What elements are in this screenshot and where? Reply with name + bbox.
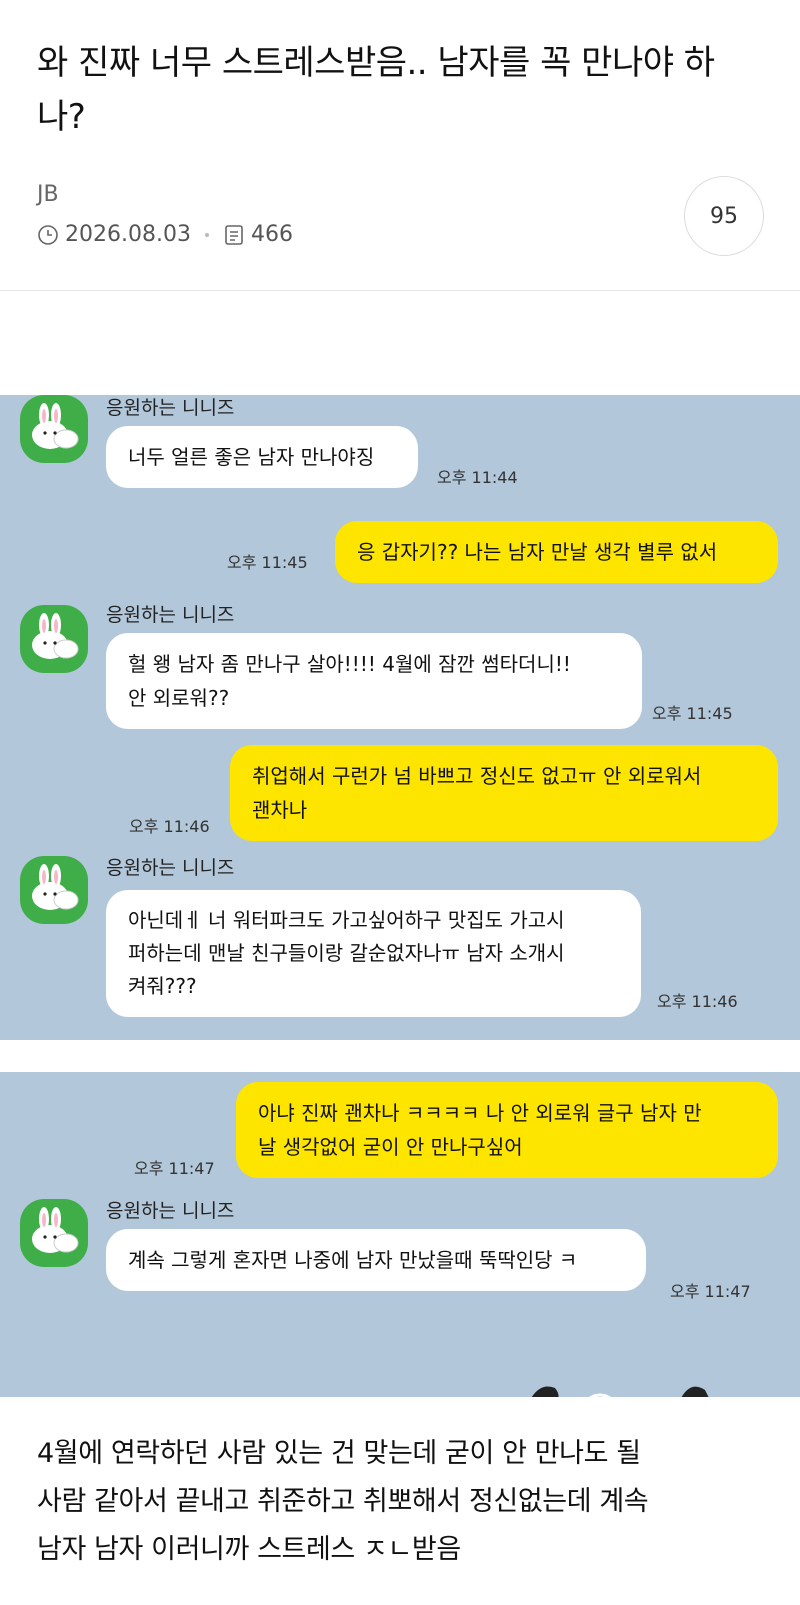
message-text-line: 헐 왱 남자 좀 만나구 살아!!!! 4월에 잠깐 썸타더니!! xyxy=(128,652,571,676)
document-icon xyxy=(223,224,245,246)
message-time: 오후 11:45 xyxy=(652,704,733,723)
message-text-line: 아냐 진짜 괜차나 ㅋㅋㅋㅋ 나 안 외로워 글구 남자 만 xyxy=(258,1101,702,1125)
message-bubble-received: 계속 그렇게 혼자면 나중에 남자 만났을때 뚝딱인당 ㅋ xyxy=(106,1229,646,1291)
message-text-line: 괜차나 xyxy=(252,798,308,822)
message-text-line: 아닌데ㅔ 너 워터파크도 가고싶어하구 맛집도 가고시 xyxy=(128,908,565,932)
sender-name: 응원하는 니니즈 xyxy=(106,604,235,626)
bunny-avatar-icon xyxy=(20,605,88,673)
header-divider xyxy=(0,290,800,291)
sender-name: 응원하는 니니즈 xyxy=(106,1200,235,1222)
comment-count: 95 xyxy=(710,203,738,229)
post-body: 4월에 연락하던 사람 있는 건 맞는데 굳이 안 만나도 될 사람 같아서 끝… xyxy=(37,1430,777,1574)
message-text-line: 안 외로워?? xyxy=(128,686,230,710)
post-header: 와 진짜 너무 스트레스받음.. 남자를 꼭 만나야 하나? JB 2026.0… xyxy=(0,0,800,290)
sender-name: 응원하는 니니즈 xyxy=(106,857,235,879)
message-text-line: 날 생각없어 굳이 안 만나구싶어 xyxy=(258,1135,523,1159)
sender-name: 응원하는 니니즈 xyxy=(106,397,235,419)
message-bubble-sent: 취업해서 구런가 넘 바쁘고 정신도 없고ㅠ 안 외로워서 괜차나 xyxy=(230,745,778,841)
post-title: 와 진짜 너무 스트레스받음.. 남자를 꼭 만나야 하나? xyxy=(37,43,715,137)
post-date: 2026.08.03 xyxy=(65,222,191,247)
message-text-line: 퍼하는데 맨날 친구들이랑 갈순없자나ㅠ 남자 소개시 xyxy=(128,941,565,965)
chat-screenshot-top: 응원하는 니니즈 너두 얼른 좋은 남자 만나야징 오후 11:44 응 갑자기… xyxy=(0,395,800,1040)
message-time: 오후 11:44 xyxy=(437,468,518,487)
message-bubble-received: 헐 왱 남자 좀 만나구 살아!!!! 4월에 잠깐 썸타더니!! 안 외로워?… xyxy=(106,633,642,729)
message-time: 오후 11:45 xyxy=(227,553,308,572)
cropped-sticker-hint xyxy=(530,1380,710,1397)
body-line: 사람 같아서 끝내고 취준하고 취뽀해서 정신없는데 계속 xyxy=(37,1486,649,1517)
body-line: 남자 남자 이러니까 스트레스 ㅈㄴ받음 xyxy=(37,1534,461,1565)
message-bubble-sent: 아냐 진짜 괜차나 ㅋㅋㅋㅋ 나 안 외로워 글구 남자 만 날 생각없어 굳이… xyxy=(236,1082,778,1178)
message-text-line: 켜줘??? xyxy=(128,974,197,998)
meta-separator xyxy=(204,232,209,237)
message-text: 너두 얼른 좋은 남자 만나야징 xyxy=(128,445,375,469)
bunny-avatar-icon xyxy=(20,856,88,924)
message-text: 응 갑자기?? 나는 남자 만날 생각 별루 없서 xyxy=(357,540,718,564)
post-meta: 2026.08.03 466 xyxy=(37,222,293,247)
chat-screenshot-bottom: 아냐 진짜 괜차나 ㅋㅋㅋㅋ 나 안 외로워 글구 남자 만 날 생각없어 굳이… xyxy=(0,1072,800,1397)
message-text: 계속 그렇게 혼자면 나중에 남자 만났을때 뚝딱인당 ㅋ xyxy=(128,1248,578,1272)
body-line: 4월에 연락하던 사람 있는 건 맞는데 굳이 안 만나도 될 xyxy=(37,1438,641,1469)
message-bubble-received: 아닌데ㅔ 너 워터파크도 가고싶어하구 맛집도 가고시 퍼하는데 맨날 친구들이… xyxy=(106,890,641,1017)
post-views: 466 xyxy=(250,222,293,247)
message-bubble-received: 너두 얼른 좋은 남자 만나야징 xyxy=(106,426,418,488)
message-time: 오후 11:46 xyxy=(129,817,210,836)
bunny-avatar-icon xyxy=(20,395,88,463)
message-time: 오후 11:47 xyxy=(670,1282,751,1301)
clock-icon xyxy=(37,224,59,246)
bunny-avatar-icon xyxy=(20,1199,88,1267)
message-time: 오후 11:46 xyxy=(657,992,738,1011)
message-text-line: 취업해서 구런가 넘 바쁘고 정신도 없고ㅠ 안 외로워서 xyxy=(252,764,702,788)
comment-count-button[interactable]: 95 xyxy=(684,176,764,256)
post-author[interactable]: JB xyxy=(37,182,59,207)
message-bubble-sent: 응 갑자기?? 나는 남자 만날 생각 별루 없서 xyxy=(335,521,778,583)
message-time: 오후 11:47 xyxy=(134,1159,215,1178)
